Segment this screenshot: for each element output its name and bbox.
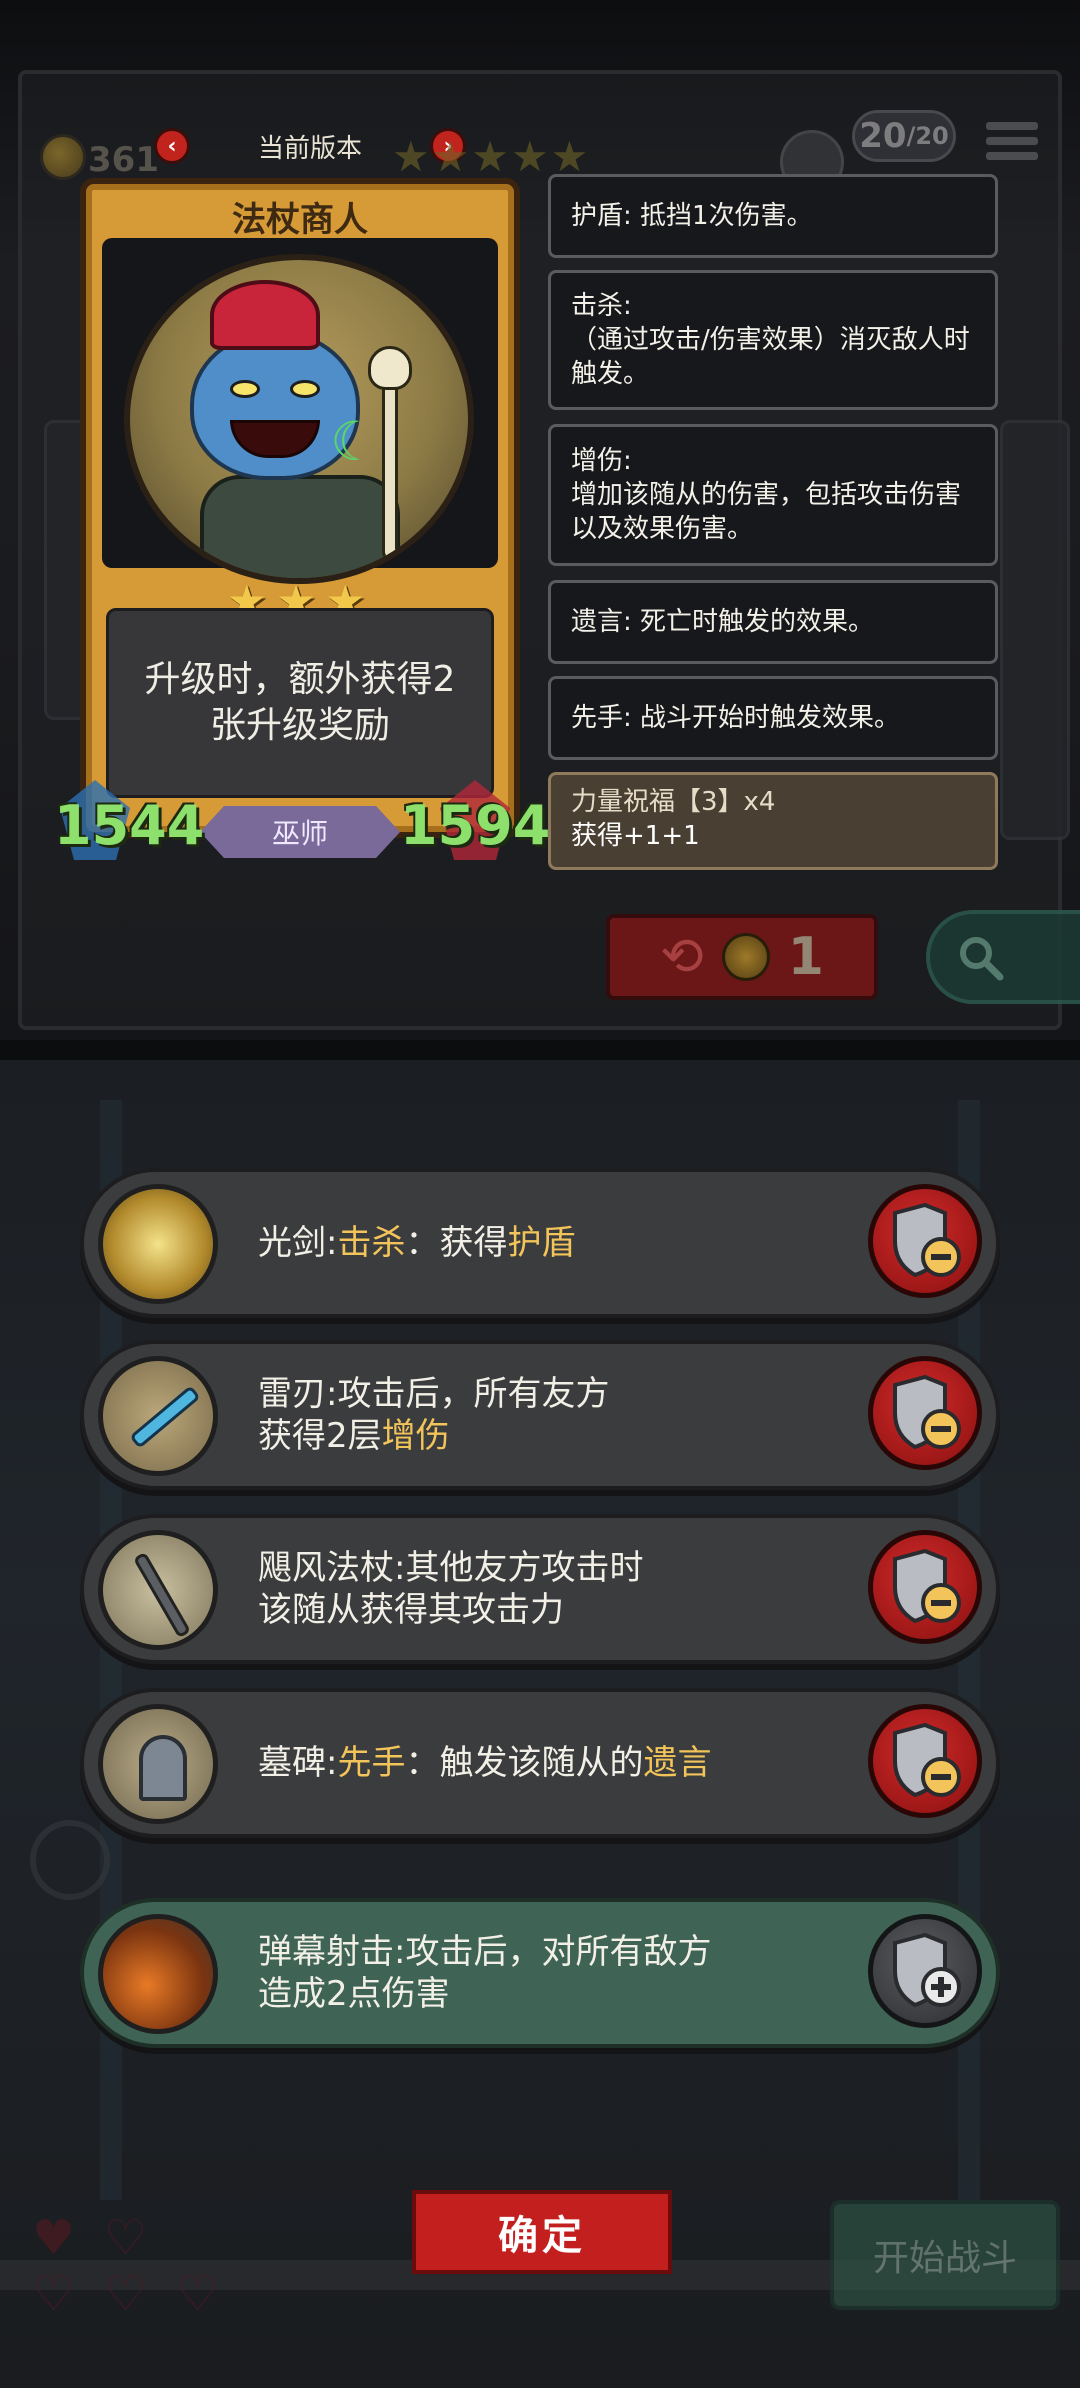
equipment-name: 光剑: [258, 1223, 338, 1263]
shield-minus-icon [893, 1548, 961, 1624]
skull-icon [368, 346, 412, 390]
heart-icon: ♡ [104, 2210, 148, 2266]
section-divider [0, 1040, 1080, 1060]
equipment-description: 飓风法杖:其他友方攻击时 该随从获得其攻击力 [258, 1518, 818, 1660]
background-magnifier-icon [30, 1820, 110, 1900]
add-equipment-button[interactable] [868, 1914, 982, 2028]
keyword-first-strike: 先手: 战斗开始时触发效果。 [548, 676, 998, 760]
equipment-line: 造成2点伤害 [258, 1974, 450, 2014]
keyword-kill: 击杀: （通过攻击/伤害效果）消灭敌人时 触发。 [548, 270, 998, 410]
keyword-first-strike-label: 先手 [337, 1743, 406, 1783]
equipment-name: 墓碑: [258, 1743, 338, 1783]
round-total: /20 [906, 122, 949, 150]
attack-stat: 1544 [54, 794, 205, 857]
goblin-body [200, 475, 400, 578]
keyword-text: 击杀: （通过攻击/伤害效果）消灭敌人时 触发。 [571, 291, 970, 389]
equipment-row: 雷刃:攻击后，所有友方 获得2层增伤 [80, 1340, 1000, 1490]
confirm-button[interactable]: 确定 [412, 2190, 672, 2274]
keyword-deathrattle: 遗言: 死亡时触发的效果。 [548, 580, 998, 664]
equipment-description: 光剑:击杀：获得护盾 [258, 1172, 818, 1314]
unit-card: 法杖商人 ☾ ★★★ 升级时，额外获得2张升级奖励 [80, 178, 520, 838]
equipment-row: 墓碑:先手：触发该随从的遗言 [80, 1688, 1000, 1838]
tombstone-icon [98, 1704, 218, 1824]
thunder-blade-icon [98, 1356, 218, 1476]
heart-icon: ♡ [32, 2266, 76, 2322]
goblin-eye [230, 380, 260, 398]
remove-equipment-button[interactable] [868, 1530, 982, 1644]
moon-staff-icon: ☾ [330, 410, 379, 473]
coin-icon [40, 134, 86, 180]
storm-staff-icon [98, 1530, 218, 1650]
version-title: 当前版本 [257, 134, 362, 164]
keyword-deathrattle-label: 遗言 [643, 1743, 712, 1783]
search-icon [960, 937, 1004, 981]
menu-icon[interactable] [986, 122, 1038, 168]
keyword-text: 遗言: 死亡时触发的效果。 [571, 607, 875, 637]
keyword-text: 增伤: 增加该随从的伤害，包括攻击伤害 以及效果伤害。 [571, 446, 962, 544]
skull-staff-icon [382, 370, 398, 560]
equipment-line: 光剑:击杀：获得护盾 [258, 1222, 818, 1264]
keyword-text: 护盾: 抵挡1次伤害。 [571, 201, 813, 231]
equipment-line: 获得2层增伤 [258, 1415, 818, 1457]
unit-detail-panel: 361 ‹ 当前版本 › ★★★★★ 20/20 法杖商人 ☾ ★★★ 升级时，… [0, 0, 1080, 1040]
blessing-buff: 力量祝福【3】x4 获得+1+1 [548, 772, 998, 870]
tribe-label: 巫师 [200, 806, 400, 858]
heart-icon: ♥ [32, 2210, 76, 2266]
equipment-effect: ：获得 [405, 1223, 508, 1263]
light-sword-icon [98, 1184, 218, 1304]
remove-equipment-button[interactable] [868, 1704, 982, 1818]
equipment-line: 弹幕射击:攻击后，对所有敌方 [258, 1932, 712, 1972]
refresh-cost: 1 [787, 927, 824, 987]
keyword-damage-boost-label: 增伤 [381, 1416, 450, 1456]
equipment-row-available: 弹幕射击:攻击后，对所有敌方 造成2点伤害 [80, 1898, 1000, 2048]
heart-icon: ♡ [176, 2266, 220, 2322]
coin-icon [721, 933, 770, 981]
goblin-portrait: ☾ [124, 254, 474, 584]
equipment-row: 光剑:击杀：获得护盾 [80, 1168, 1000, 1318]
shield-plus-icon [893, 1932, 961, 2008]
barrage-icon [98, 1914, 218, 2034]
shield-minus-icon [893, 1374, 961, 1450]
heart-icon: ♡ [104, 2266, 148, 2322]
blessing-title: 力量祝福【3】x4 [571, 787, 776, 817]
equipment-description: 弹幕射击:攻击后，对所有敌方 造成2点伤害 [258, 1902, 818, 2044]
goblin-mohawk [210, 280, 320, 350]
equipment-row: 飓风法杖:其他友方攻击时 该随从获得其攻击力 [80, 1514, 1000, 1664]
blessing-effect: 获得+1+1 [571, 821, 700, 851]
start-battle-button[interactable]: 开始战斗 [830, 2200, 1060, 2310]
equipment-effect: 获得2层 [258, 1416, 382, 1456]
prev-version-button[interactable]: ‹ [154, 128, 190, 164]
health-stat: 1594 [400, 794, 551, 857]
equipment-line: 墓碑:先手：触发该随从的遗言 [258, 1742, 818, 1784]
round-current: 20 [859, 116, 907, 156]
keyword-shield-label: 护盾 [507, 1223, 576, 1263]
equipment-description: 墓碑:先手：触发该随从的遗言 [258, 1692, 818, 1834]
equipment-description: 雷刃:攻击后，所有友方 获得2层增伤 [258, 1344, 818, 1486]
keyword-kill-label: 击杀 [337, 1223, 406, 1263]
background-card [1000, 420, 1070, 840]
shield-minus-icon [893, 1722, 961, 1798]
coin-count: 361 [88, 140, 159, 180]
keyword-text: 先手: 战斗开始时触发效果。 [571, 703, 901, 733]
keyword-shield: 护盾: 抵挡1次伤害。 [548, 174, 998, 258]
equipment-line: 飓风法杖:其他友方攻击时 [258, 1548, 644, 1588]
shield-minus-icon [893, 1202, 961, 1278]
equipment-line: 雷刃:攻击后，所有友方 [258, 1374, 610, 1414]
card-name: 法杖商人 [232, 200, 368, 240]
remove-equipment-button[interactable] [868, 1184, 982, 1298]
keyword-damage-boost: 增伤: 增加该随从的伤害，包括攻击伤害 以及效果伤害。 [548, 424, 998, 566]
remove-equipment-button[interactable] [868, 1356, 982, 1470]
equipment-effect: ：触发该随从的 [405, 1743, 644, 1783]
search-button[interactable] [926, 910, 1080, 1004]
refresh-icon: ⟲ [660, 927, 704, 987]
goblin-eye [290, 380, 320, 398]
round-counter: 20/20 [852, 110, 956, 162]
card-description: 升级时，额外获得2张升级奖励 [106, 608, 494, 798]
refresh-shop-button[interactable]: ⟲ 1 [606, 914, 878, 1000]
equipment-line: 该随从获得其攻击力 [258, 1590, 564, 1630]
